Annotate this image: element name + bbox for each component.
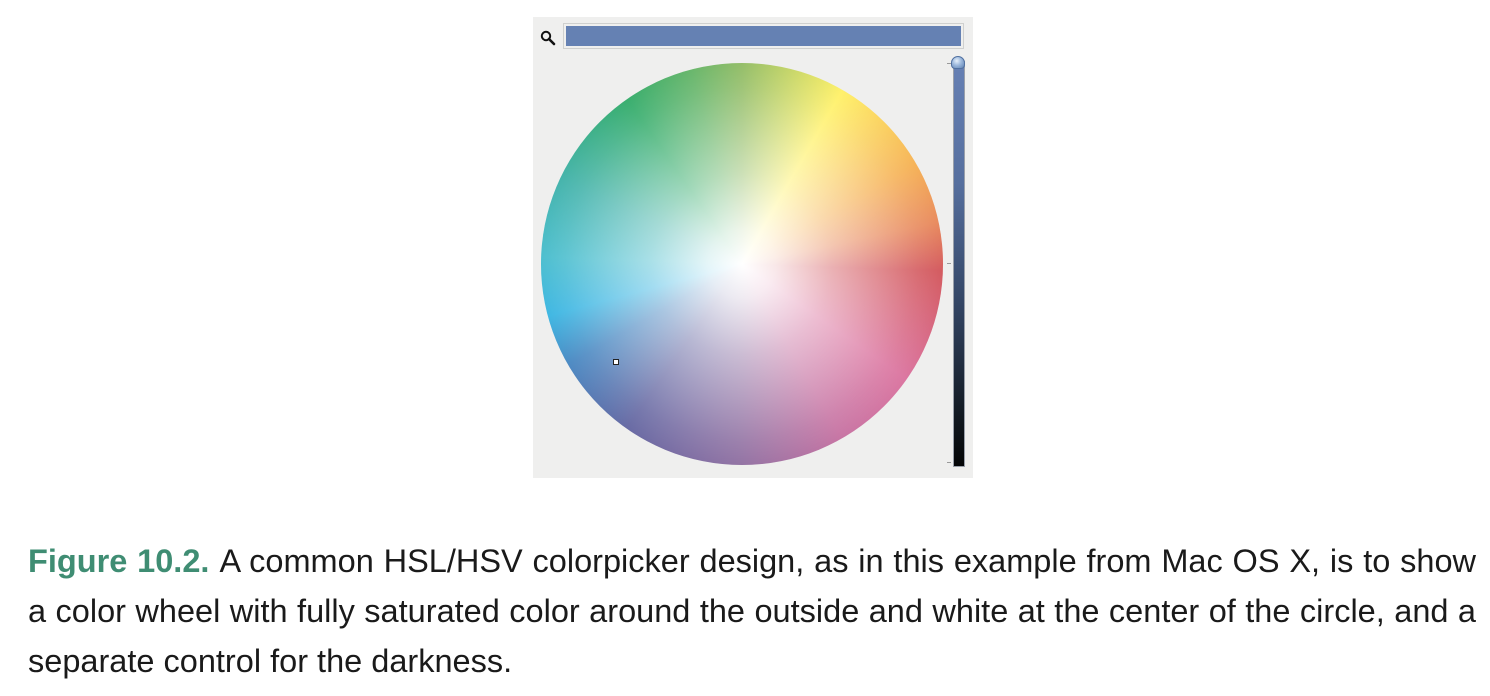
slider-tick-bottom (947, 462, 951, 463)
slider-tick-top (947, 63, 951, 64)
selected-color-fill (566, 26, 961, 46)
magnifier-icon[interactable] (539, 29, 557, 47)
brightness-slider-track[interactable] (953, 61, 965, 467)
color-wheel[interactable] (541, 63, 943, 465)
selected-color-swatch (563, 23, 964, 49)
color-picker-panel (533, 17, 973, 478)
color-wheel-cursor[interactable] (613, 359, 619, 365)
brightness-slider-thumb[interactable] (951, 56, 965, 69)
slider-tick-middle (947, 263, 951, 264)
figure-caption-text: A common HSL/HSV colorpicker design, as … (28, 543, 1476, 679)
figure-label: Figure 10.2. (28, 543, 210, 579)
figure-caption: Figure 10.2. A common HSL/HSV colorpicker… (28, 536, 1476, 686)
color-wheel-center-white (541, 63, 943, 465)
